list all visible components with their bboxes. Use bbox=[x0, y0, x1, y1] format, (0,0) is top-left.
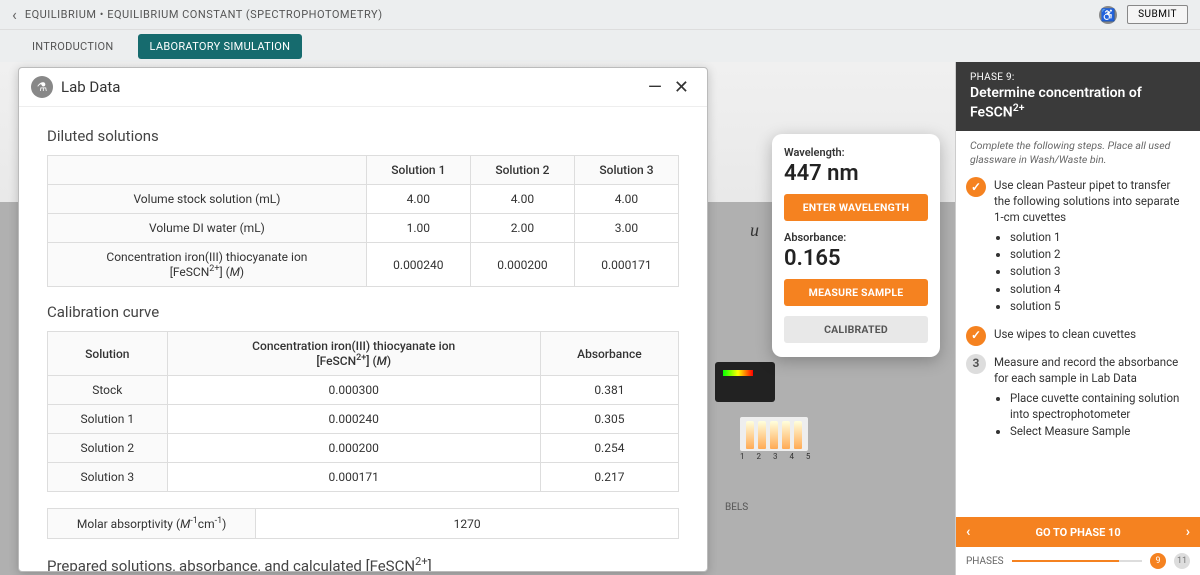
table-row: Volume stock solution (mL) 4.00 4.00 4.0… bbox=[48, 185, 679, 214]
lab-stage: u 1 2 3 4 5 BELS ⚗ Lab Data — ✕ Diluted … bbox=[0, 62, 1200, 575]
phase-dot-next[interactable]: 11 bbox=[1174, 553, 1190, 569]
chevron-right-icon[interactable]: › bbox=[1186, 524, 1190, 540]
labels-button-fragment: BELS bbox=[725, 502, 748, 513]
minimize-button[interactable]: — bbox=[642, 77, 668, 98]
tab-introduction[interactable]: INTRODUCTION bbox=[20, 34, 126, 59]
absorbance-value: 0.165 bbox=[784, 246, 928, 271]
lab-data-title: Lab Data bbox=[61, 78, 642, 96]
measure-sample-button[interactable]: MEASURE SAMPLE bbox=[784, 279, 928, 306]
step-item: ✓ Use clean Pasteur pipet to transfer th… bbox=[960, 173, 1192, 322]
tab-bar: INTRODUCTION LABORATORY SIMULATION bbox=[0, 30, 1200, 62]
enter-wavelength-button[interactable]: ENTER WAVELENGTH bbox=[784, 194, 928, 221]
diluted-solutions-heading: Diluted solutions bbox=[47, 127, 679, 145]
calibration-curve-heading: Calibration curve bbox=[47, 303, 679, 321]
calibrated-status: CALIBRATED bbox=[784, 316, 928, 343]
table-row: Solution 10.0002400.305 bbox=[48, 405, 679, 434]
phases-progress: PHASES 9 11 bbox=[956, 547, 1200, 575]
lab-data-body[interactable]: Diluted solutions Solution 1 Solution 2 … bbox=[19, 107, 707, 571]
wavelength-value: 447 nm bbox=[784, 161, 928, 186]
check-icon: ✓ bbox=[966, 326, 986, 346]
table-row: Concentration iron(III) thiocyanate ion[… bbox=[48, 243, 679, 287]
submit-button[interactable]: SUBMIT bbox=[1127, 5, 1188, 24]
breadcrumb: EQUILIBRIUM • EQUILIBRIUM CONSTANT (SPEC… bbox=[25, 8, 1099, 21]
table-row: Solution 20.0002000.254 bbox=[48, 434, 679, 463]
phase-dot-current[interactable]: 9 bbox=[1150, 553, 1166, 569]
close-button[interactable]: ✕ bbox=[668, 77, 695, 98]
phase-subtitle: Complete the following steps. Place all … bbox=[956, 131, 1200, 173]
check-icon: ✓ bbox=[966, 177, 986, 197]
wavelength-label: Wavelength: bbox=[784, 146, 928, 159]
rack-numbers: 1 2 3 4 5 bbox=[740, 452, 815, 461]
calibration-curve-table: Solution Concentration iron(III) thiocya… bbox=[47, 331, 679, 492]
cuvette-rack[interactable] bbox=[740, 417, 808, 451]
table-row: Volume DI water (mL) 1.00 2.00 3.00 bbox=[48, 214, 679, 243]
table-row: Stock0.0003000.381 bbox=[48, 376, 679, 405]
instructions-panel: PHASE 9: Determine concentration of FeSC… bbox=[955, 62, 1200, 575]
back-icon[interactable]: ‹ bbox=[12, 5, 17, 24]
accessibility-icon[interactable]: ♿ bbox=[1099, 6, 1117, 24]
chevron-left-icon[interactable]: ‹ bbox=[966, 524, 970, 540]
phase-title: Determine concentration of FeSCN2+ bbox=[970, 85, 1186, 121]
spectrophotometer[interactable] bbox=[715, 362, 775, 402]
flask-icon: ⚗ bbox=[31, 76, 53, 98]
diluted-solutions-table: Solution 1 Solution 2 Solution 3 Volume … bbox=[47, 155, 679, 287]
lab-data-panel: ⚗ Lab Data — ✕ Diluted solutions Solutio… bbox=[18, 67, 708, 572]
go-to-phase-button[interactable]: ‹ GO TO PHASE 10 › bbox=[956, 517, 1200, 547]
step-item: 3 Measure and record the absorbance for … bbox=[960, 350, 1192, 447]
molar-absorptivity-table: Molar absorptivity (M-1cm-1) 1270 bbox=[47, 508, 679, 539]
steps-list[interactable]: ✓ Use clean Pasteur pipet to transfer th… bbox=[956, 173, 1200, 517]
step-item: ✓ Use wipes to clean cuvettes bbox=[960, 322, 1192, 350]
device-label-fragment: u bbox=[750, 220, 759, 241]
phase-label: PHASE 9: bbox=[970, 72, 1186, 83]
absorbance-label: Absorbance: bbox=[784, 231, 928, 244]
top-bar: ‹ EQUILIBRIUM • EQUILIBRIUM CONSTANT (SP… bbox=[0, 0, 1200, 30]
prepared-solutions-heading: Prepared solutions, absorbance, and calc… bbox=[47, 555, 679, 571]
table-row: Solution 30.0001710.217 bbox=[48, 463, 679, 492]
spectrophotometer-panel: Wavelength: 447 nm ENTER WAVELENGTH Abso… bbox=[772, 134, 940, 357]
step-number-icon: 3 bbox=[966, 354, 986, 374]
tab-laboratory-simulation[interactable]: LABORATORY SIMULATION bbox=[138, 34, 303, 59]
